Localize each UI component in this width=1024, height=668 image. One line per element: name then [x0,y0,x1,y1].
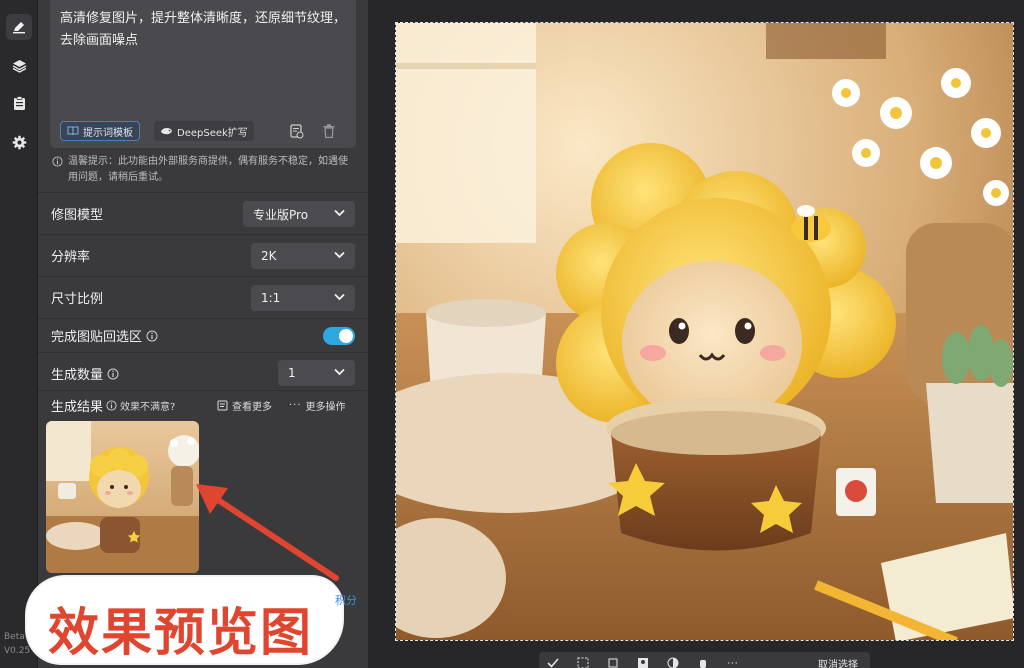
paste-back-row: 完成图贴回选区 [38,318,368,352]
info-icon [52,156,63,167]
book-icon [67,126,79,136]
count-select[interactable]: 1 [278,360,355,386]
check-icon[interactable] [547,657,559,668]
model-value: 专业版Pro [253,207,309,222]
count-label: 生成数量 [51,368,104,383]
view-more-text: 查看更多 [232,401,272,413]
whale-icon [161,128,172,135]
layers-icon[interactable] [6,53,32,79]
select-area-icon[interactable] [577,657,589,668]
settings-panel: 高清修复图片，提升整体清晰度，还原细节纹理，去除画面噪点 提示词模板 DeepS… [38,0,368,668]
help-icon[interactable] [107,368,119,380]
more-icon[interactable]: ··· [727,657,738,668]
prompt-template-button[interactable]: 提示词模板 [60,121,140,141]
clipboard-icon[interactable] [6,90,32,116]
model-label: 修图模型 [51,208,104,223]
view-more-link[interactable]: 查看更多 [217,398,272,413]
prompt-text[interactable]: 高清修复图片，提升整体清晰度，还原细节纹理，去除画面噪点 [60,8,350,52]
hand-icon[interactable] [697,657,709,668]
prompt-history-icon[interactable] [288,122,306,140]
results-header: 生成结果 效果不满意? 查看更多 ··· 更多操作 [51,396,356,415]
image-icon[interactable] [637,657,649,668]
paste-back-label: 完成图贴回选区 [51,330,143,345]
ratio-value: 1:1 [261,291,281,305]
divider [38,390,368,391]
prompt-textarea[interactable]: 高清修复图片，提升整体清晰度，还原细节纹理，去除画面噪点 提示词模板 DeepS… [50,0,356,148]
tool-rail: Beta V0.25 [0,0,38,668]
resolution-label: 分辨率 [51,250,91,265]
more-actions-text: 更多操作 [305,401,346,413]
result-thumbnail[interactable] [46,421,199,573]
ratio-label: 尺寸比例 [51,292,104,307]
canvas-toolbar: ··· 取消选择 [539,652,870,668]
resolution-value: 2K [261,249,277,263]
model-select[interactable]: 专业版Pro [243,201,355,227]
chevron-down-icon [334,368,345,376]
more-actions-link[interactable]: ··· 更多操作 [289,398,346,413]
chevron-down-icon [334,293,345,301]
version-label: Beta [4,632,25,642]
points-text[interactable]: 积分 [335,592,357,608]
preview-caption-text: 效果预览图 [48,603,314,663]
help-icon [106,399,117,411]
count-row: 生成数量 1 [38,352,368,394]
prompt-template-label: 提示词模板 [83,127,133,139]
service-tip: 温馨提示：此功能由外部服务商提供，偶有服务不稳定，如遇使用问题，请稍后重试。 [52,154,356,186]
document-icon [217,400,228,410]
contrast-icon[interactable] [667,657,679,668]
trash-icon[interactable] [320,122,338,140]
model-row: 修图模型 专业版Pro [38,192,368,234]
help-icon[interactable] [146,330,158,342]
ratio-select[interactable]: 1:1 [251,285,355,311]
ratio-row: 尺寸比例 1:1 [38,276,368,318]
cancel-selection-button[interactable]: 取消选择 [818,656,858,668]
service-tip-text: 温馨提示：此功能由外部服务商提供，偶有服务不稳定，如遇使用问题，请稍后重试。 [68,156,348,183]
deepseek-expand-button[interactable]: DeepSeek扩写 [154,121,254,141]
settings-gear-icon[interactable] [6,129,32,155]
version-number: V0.25 [4,646,31,656]
crop-icon[interactable] [607,657,619,668]
edit-icon[interactable] [6,14,32,40]
annotation-arrow-icon [196,484,339,581]
unsatisfied-text: 效果不满意? [120,401,176,413]
resolution-select[interactable]: 2K [251,243,355,269]
ellipsis-icon: ··· [289,399,302,411]
unsatisfied-link[interactable]: 效果不满意? [106,398,175,413]
results-title: 生成结果 [51,399,104,415]
paste-back-toggle[interactable] [323,327,355,345]
count-value: 1 [288,366,296,380]
chevron-down-icon [334,209,345,217]
chevron-down-icon [334,251,345,259]
deepseek-expand-label: DeepSeek扩写 [177,127,248,139]
resolution-row: 分辨率 2K [38,234,368,276]
canvas-image[interactable] [395,22,1014,641]
